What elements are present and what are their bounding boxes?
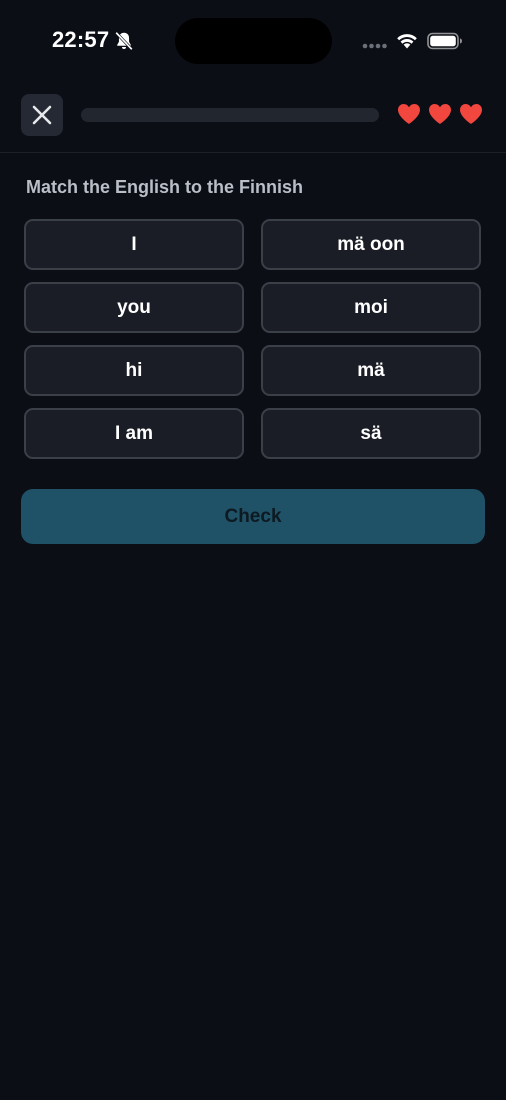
close-button[interactable]: [21, 94, 63, 136]
lives-hearts: [397, 103, 483, 125]
wifi-icon: [397, 34, 417, 49]
status-bar: 22:57: [0, 0, 506, 80]
word-tile-finnish[interactable]: moi: [261, 282, 481, 333]
word-tile-finnish[interactable]: mä: [261, 345, 481, 396]
exercise-prompt: Match the English to the Finnish: [26, 177, 303, 197]
heart-icon: [429, 104, 451, 124]
close-icon: [32, 105, 52, 125]
heart-icon: [460, 104, 482, 124]
word-tile-english[interactable]: you: [24, 282, 244, 333]
match-tiles-grid: Imä oon you moi hi mä I am sä: [24, 219, 482, 459]
word-tile-english[interactable]: hi: [24, 345, 244, 396]
word-tile-finnish[interactable]: mä oon: [261, 219, 481, 270]
check-button[interactable]: Check: [21, 489, 485, 544]
progress-bar: [81, 108, 379, 122]
lesson-header: [0, 88, 506, 153]
cellular-signal-icon: [362, 43, 387, 49]
dynamic-island: [175, 18, 332, 64]
bell-slash-icon: [115, 31, 133, 51]
word-tile-english[interactable]: I: [24, 219, 244, 270]
word-tile-finnish[interactable]: sä: [261, 408, 481, 459]
screen: 22:57 Match the English to the Finnish I…: [0, 0, 506, 1100]
status-time: 22:57: [52, 27, 110, 52]
heart-icon: [398, 104, 420, 124]
battery-icon: [427, 32, 462, 50]
word-tile-english[interactable]: I am: [24, 408, 244, 459]
